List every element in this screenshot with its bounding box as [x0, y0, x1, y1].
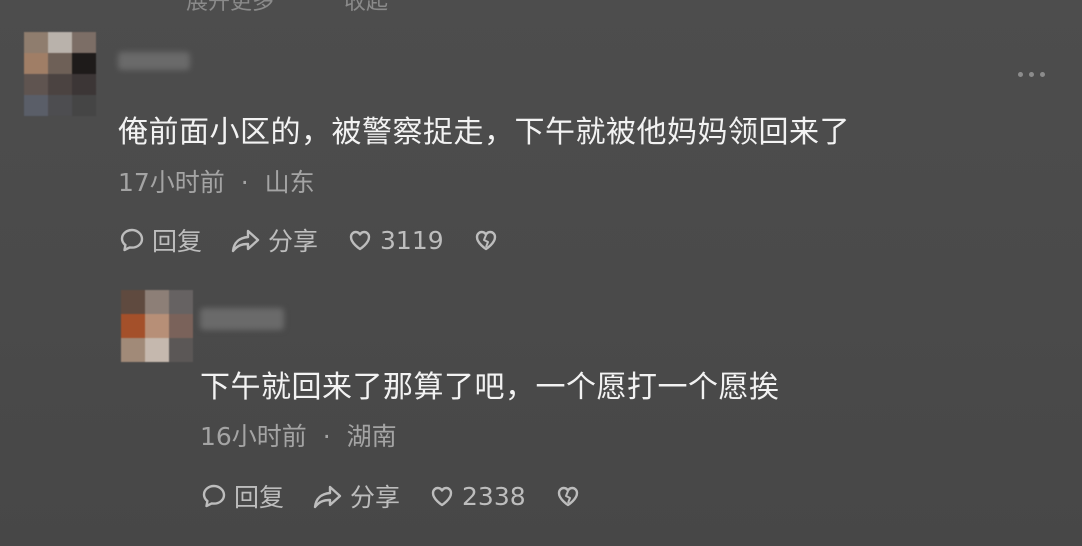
share-button[interactable]: 分享 — [230, 222, 318, 258]
meta-separator: · — [240, 168, 249, 197]
comment-location: 山东 — [264, 168, 315, 197]
dislike-button[interactable] — [554, 482, 588, 510]
like-count: 3119 — [380, 225, 444, 255]
reply-label: 回复 — [234, 483, 285, 512]
avatar[interactable] — [24, 32, 96, 116]
comment-thread: 展开更多 收起 俺前面小区的，被警察捉走，下午就被他妈妈领回来了 17小时前 ·… — [0, 0, 1082, 546]
heart-icon — [431, 486, 453, 507]
collapse-link[interactable]: 收起 — [344, 0, 388, 15]
meta-separator: · — [322, 422, 331, 451]
reply-button[interactable]: 回复 — [118, 222, 202, 258]
reply-label: 回复 — [152, 227, 203, 256]
username-redacted[interactable] — [118, 52, 190, 70]
heart-icon — [349, 230, 371, 251]
comment-location: 湖南 — [346, 422, 397, 451]
username-redacted[interactable] — [200, 308, 284, 330]
comment-text: 俺前面小区的，被警察捉走，下午就被他妈妈领回来了 — [118, 115, 850, 150]
comment-time: 16小时前 — [200, 422, 307, 451]
comment-actions: 回复 分享 3119 — [118, 222, 534, 258]
share-label: 分享 — [350, 483, 401, 512]
reply-button[interactable]: 回复 — [200, 478, 284, 514]
like-button[interactable]: 2338 — [428, 482, 526, 511]
expand-more-link[interactable]: 展开更多 — [186, 0, 274, 15]
collapsed-header-partial: 展开更多 收起 — [186, 0, 388, 15]
more-dots-icon[interactable] — [1018, 68, 1048, 80]
avatar[interactable] — [121, 290, 193, 362]
broken-heart-icon — [557, 486, 578, 507]
share-arrow-icon — [231, 229, 260, 253]
like-count: 2338 — [462, 481, 526, 511]
comment-meta: 16小时前 · 湖南 — [200, 417, 397, 453]
share-button[interactable]: 分享 — [312, 478, 400, 514]
comment-time: 17小时前 — [118, 168, 225, 197]
comment-bubble-icon — [202, 484, 226, 508]
broken-heart-icon — [475, 230, 496, 251]
like-button[interactable]: 3119 — [346, 226, 444, 255]
comment-bubble-icon — [120, 228, 144, 252]
comment-actions: 回复 分享 2338 — [200, 478, 616, 514]
dislike-button[interactable] — [472, 226, 506, 254]
comment-text: 下午就回来了那算了吧，一个愿打一个愿挨 — [200, 370, 780, 405]
share-arrow-icon — [313, 485, 342, 509]
share-label: 分享 — [268, 227, 319, 256]
comment-meta: 17小时前 · 山东 — [118, 163, 315, 199]
